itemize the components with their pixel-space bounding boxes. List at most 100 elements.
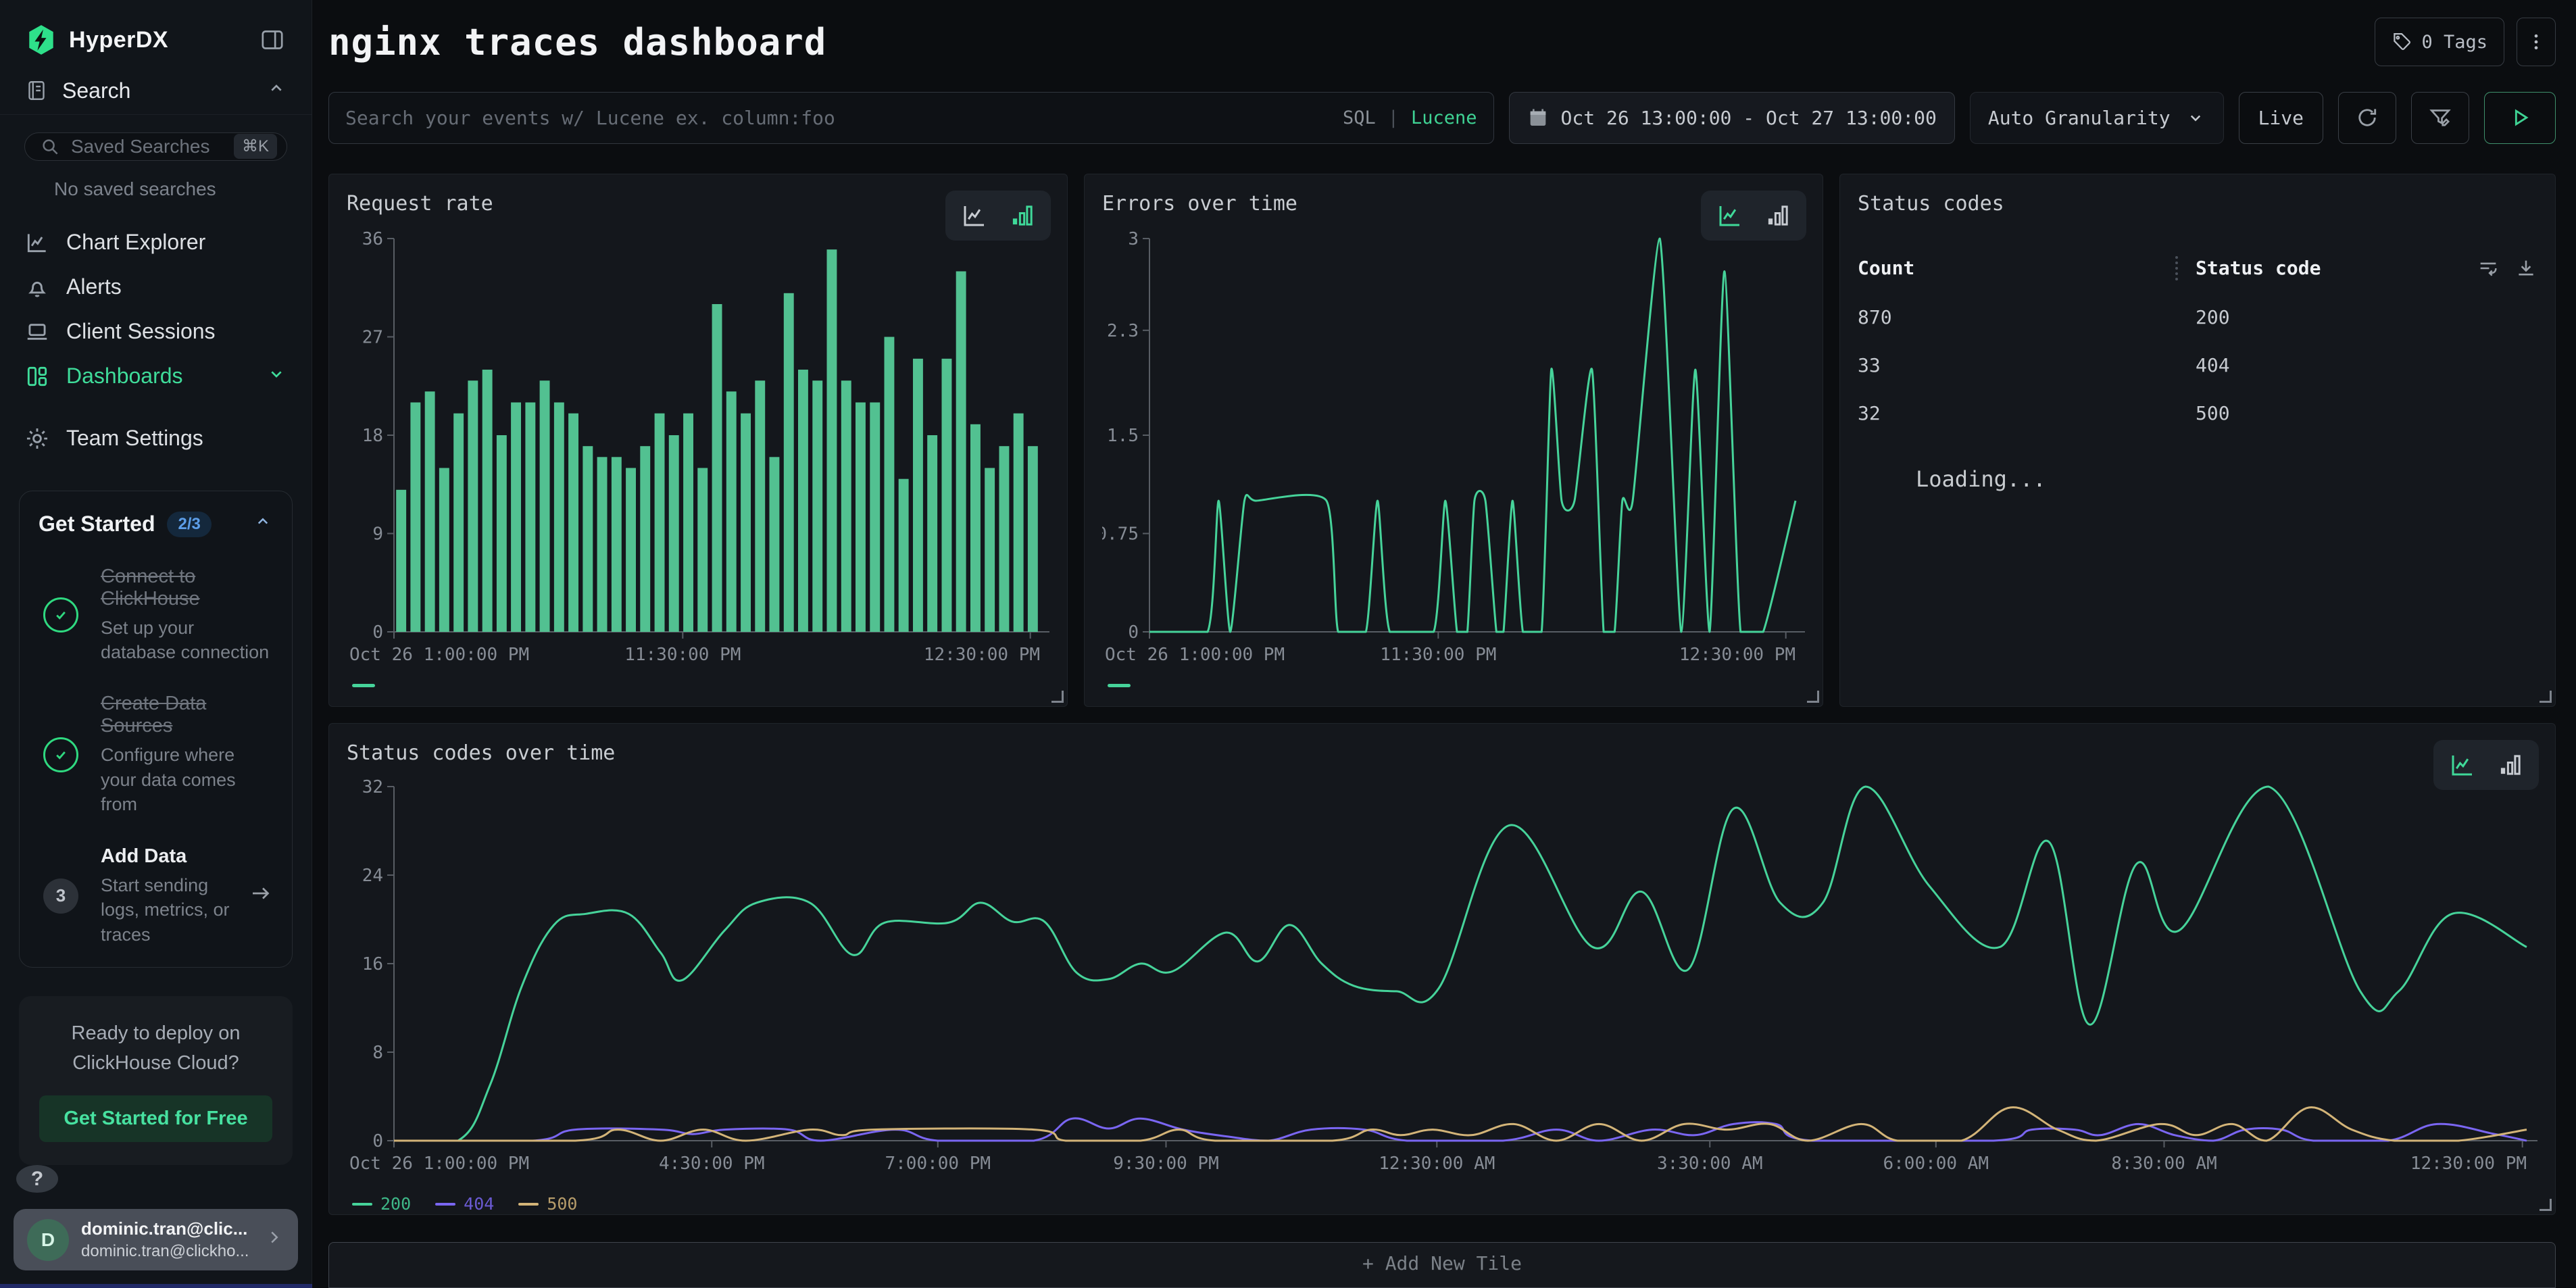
- granularity-value: Auto Granularity: [1988, 107, 2171, 129]
- sidebar-divider: [0, 114, 312, 115]
- add-new-tile-button[interactable]: + Add New Tile: [328, 1242, 2556, 1288]
- legend-label: 500: [547, 1194, 577, 1214]
- cell-count: 870: [1858, 306, 2175, 328]
- help-button[interactable]: ?: [16, 1165, 58, 1193]
- series-legend-dash: [352, 684, 375, 687]
- svg-text:0.75: 0.75: [1102, 524, 1139, 544]
- chevron-down-icon[interactable]: [266, 363, 287, 390]
- bar-chart-toggle-icon[interactable]: [2496, 751, 2524, 779]
- table-row: 32 500: [1858, 402, 2537, 424]
- live-button[interactable]: Live: [2239, 92, 2323, 144]
- tags-button[interactable]: 0 Tags: [2375, 18, 2504, 66]
- svg-text:9: 9: [372, 524, 383, 544]
- get-started-free-button[interactable]: Get Started for Free: [39, 1095, 272, 1142]
- sidebar-item-client-sessions[interactable]: Client Sessions: [0, 309, 312, 354]
- column-header-count[interactable]: Count: [1858, 257, 2175, 279]
- sidebar-item-team-settings[interactable]: Team Settings: [0, 416, 312, 461]
- get-started-title: Get Started: [39, 512, 155, 537]
- legend-item-404[interactable]: 404: [435, 1194, 494, 1214]
- date-range-picker[interactable]: Oct 26 13:00:00 - Oct 27 13:00:00: [1509, 92, 1955, 144]
- sidebar-item-dashboards[interactable]: Dashboards: [0, 354, 312, 399]
- step-title: Connect to ClickHouse: [101, 566, 273, 610]
- lucene-toggle[interactable]: Lucene: [1411, 107, 1477, 128]
- saved-searches-field[interactable]: [71, 136, 223, 157]
- granularity-select[interactable]: Auto Granularity: [1970, 92, 2224, 144]
- chart-legend: 200 404 500: [352, 1194, 2537, 1214]
- get-started-step-1[interactable]: Connect to ClickHouse Set up your databa…: [39, 566, 273, 665]
- main-content: nginx traces dashboard 0 Tags SQL | Luce…: [312, 0, 2576, 1288]
- line-chart-toggle-icon[interactable]: [1716, 201, 1744, 230]
- legend-item-200[interactable]: 200: [352, 1194, 411, 1214]
- chevron-up-icon[interactable]: [253, 512, 273, 537]
- panel-title: Status codes: [1858, 192, 2537, 216]
- line-chart-toggle-icon[interactable]: [2448, 751, 2477, 779]
- bar-chart-toggle-icon[interactable]: [1763, 201, 1791, 230]
- download-icon[interactable]: [2515, 257, 2537, 280]
- column-resize-handle[interactable]: [2175, 256, 2178, 280]
- table-header: Count Status code: [1858, 256, 2537, 280]
- kebab-icon: [2526, 32, 2546, 52]
- cloud-card-line1: Ready to deploy on: [39, 1019, 272, 1049]
- chevron-up-icon[interactable]: [266, 78, 287, 104]
- sidebar-collapse-icon[interactable]: [257, 25, 287, 55]
- run-query-button[interactable]: [2484, 92, 2556, 144]
- panel-errors-over-time: Errors over time 32.31.50.750Oct 26 1:00…: [1084, 174, 1823, 707]
- filter-edit-icon: [2428, 105, 2452, 130]
- svg-text:12:30:00 PM: 12:30:00 PM: [2410, 1154, 2527, 1174]
- get-started-progress-badge: 2/3: [167, 512, 211, 537]
- sidebar-item-label: Team Settings: [66, 426, 203, 451]
- chart-type-toggle: [1701, 191, 1806, 241]
- request-rate-chart[interactable]: 36271890Oct 26 1:00:00 PM11:30:00 PM12:3…: [347, 224, 1049, 674]
- saved-searches-input[interactable]: ⌘K: [24, 132, 287, 161]
- user-menu[interactable]: D dominic.tran@clic... dominic.tran@clic…: [14, 1209, 298, 1270]
- step-title: Create Data Sources: [101, 693, 273, 737]
- page-title: nginx traces dashboard: [328, 21, 826, 64]
- errors-over-time-chart[interactable]: 32.31.50.750Oct 26 1:00:00 PM11:30:00 PM…: [1102, 224, 1805, 674]
- sidebar-nav: Chart Explorer Alerts Client Sessions Da…: [0, 220, 312, 461]
- row-options-icon[interactable]: [2477, 257, 2500, 280]
- get-started-step-3[interactable]: 3 Add Data Start sending logs, metrics, …: [39, 845, 273, 947]
- tag-icon: [2392, 32, 2412, 52]
- svg-text:0: 0: [372, 1131, 383, 1151]
- cell-count: 33: [1858, 354, 2175, 376]
- app-root: HyperDX Search ⌘K No saved searches Char…: [0, 0, 2576, 1288]
- kebab-menu-button[interactable]: [2517, 18, 2556, 66]
- sql-toggle[interactable]: SQL: [1343, 107, 1376, 128]
- svg-text:9:30:00 PM: 9:30:00 PM: [1113, 1154, 1219, 1174]
- svg-text:1.5: 1.5: [1107, 426, 1139, 446]
- legend-item-500[interactable]: 500: [518, 1194, 577, 1214]
- sidebar-item-label: Client Sessions: [66, 319, 216, 344]
- no-saved-searches-text: No saved searches: [0, 161, 312, 200]
- event-search-input[interactable]: [345, 107, 1331, 129]
- line-chart-toggle-icon[interactable]: [960, 201, 989, 230]
- sidebar-section-search[interactable]: Search: [0, 74, 312, 107]
- panel-status-codes-over-time: Status codes over time 32241680Oct 26 1:…: [328, 723, 2556, 1215]
- column-header-status-code[interactable]: Status code: [2196, 257, 2477, 279]
- check-circle-icon: [43, 597, 78, 633]
- panel-title: Request rate: [347, 192, 1049, 216]
- svg-text:12:30:00 PM: 12:30:00 PM: [1679, 645, 1795, 665]
- svg-text:6:00:00 AM: 6:00:00 AM: [1883, 1154, 1989, 1174]
- bell-icon: [24, 274, 50, 300]
- avatar: D: [27, 1219, 69, 1261]
- svg-text:11:30:00 PM: 11:30:00 PM: [624, 645, 741, 665]
- svg-text:0: 0: [1128, 622, 1139, 643]
- filter-button[interactable]: [2411, 92, 2469, 144]
- svg-text:8: 8: [372, 1043, 383, 1063]
- get-started-card: Get Started 2/3 Connect to ClickHouse Se…: [19, 491, 293, 968]
- svg-text:0: 0: [372, 622, 383, 643]
- svg-text:Oct 26 1:00:00 PM: Oct 26 1:00:00 PM: [349, 645, 529, 665]
- svg-text:4:30:00 PM: 4:30:00 PM: [659, 1154, 765, 1174]
- sidebar-item-alerts[interactable]: Alerts: [0, 265, 312, 309]
- status-codes-over-time-chart[interactable]: 32241680Oct 26 1:00:00 PM4:30:00 PM7:00:…: [347, 773, 2537, 1183]
- get-started-step-2[interactable]: Create Data Sources Configure where your…: [39, 693, 273, 816]
- play-icon: [2508, 106, 2531, 129]
- bar-chart-toggle-icon[interactable]: [1008, 201, 1036, 230]
- step-desc: Set up your database connection: [101, 616, 273, 665]
- check-circle-icon: [43, 737, 78, 772]
- sidebar-item-chart-explorer[interactable]: Chart Explorer: [0, 220, 312, 265]
- svg-text:Oct 26 1:00:00 PM: Oct 26 1:00:00 PM: [1105, 645, 1285, 665]
- refresh-button[interactable]: [2338, 92, 2396, 144]
- loading-text: Loading...: [1916, 466, 2537, 492]
- event-search-bar[interactable]: SQL | Lucene: [328, 92, 1494, 144]
